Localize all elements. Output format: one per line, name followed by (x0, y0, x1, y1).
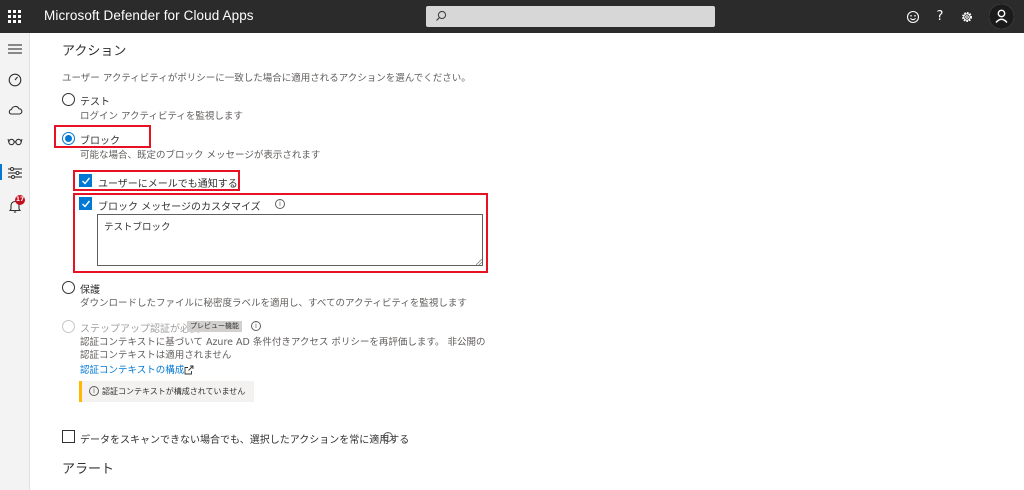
info-icon[interactable]: i (251, 321, 261, 331)
option-test-description: ログイン アクティビティを監視します (80, 111, 243, 122)
search-box[interactable] (426, 6, 715, 27)
nav-alerts[interactable]: 17 (0, 195, 30, 215)
notify-user-checkbox[interactable] (79, 174, 92, 187)
policies-icon (8, 167, 22, 179)
avatar-icon (989, 4, 1014, 29)
hamburger-icon (8, 44, 22, 54)
info-icon: i (89, 386, 99, 396)
cloud-icon (8, 105, 23, 115)
help-icon[interactable]: ? (932, 9, 948, 25)
option-stepup-description-2: 認証コンテキストは適用されません (80, 350, 232, 361)
option-stepup-label: ステップアップ認証が必要 (80, 324, 200, 335)
always-apply-checkbox[interactable] (62, 430, 75, 443)
external-link-icon[interactable] (184, 365, 194, 375)
option-test-label: テスト (80, 97, 110, 108)
info-icon[interactable]: i (383, 432, 393, 442)
avatar[interactable] (989, 4, 1014, 29)
nav-policies[interactable] (0, 162, 30, 182)
check-icon (82, 200, 91, 208)
actions-heading: アクション (62, 44, 127, 59)
radio-stepup-auth[interactable] (62, 320, 75, 333)
actions-description: ユーザー アクティビティがポリシーに一致した場合に適用されるアクションを選んでく… (62, 73, 471, 84)
waffle-icon[interactable] (8, 10, 21, 23)
settings-icon[interactable] (959, 9, 975, 25)
alert-count-badge: 17 (15, 195, 25, 205)
active-indicator (0, 164, 2, 180)
auth-context-notice: i 認証コンテキストが構成されていません (79, 381, 254, 402)
smiley-icon[interactable] (905, 9, 921, 25)
preview-badge: プレビュー機能 (187, 321, 242, 332)
option-block-description: 可能な場合、既定のブロック メッセージが表示されます (80, 150, 321, 161)
nav-dashboard[interactable] (0, 69, 30, 89)
radio-block[interactable] (62, 132, 75, 145)
nav-cloud[interactable] (0, 99, 30, 119)
option-protect-description: ダウンロードしたファイルに秘密度ラベルを適用し、すべてのアクティビティを監視しま… (80, 298, 467, 309)
glasses-icon (7, 138, 23, 146)
hamburger-button[interactable] (0, 39, 30, 59)
option-block-label: ブロック (80, 136, 120, 147)
dashboard-icon (8, 73, 22, 87)
info-icon[interactable]: i (275, 199, 285, 209)
always-apply-label: データをスキャンできない場合でも、選択したアクションを常に適用する (80, 435, 410, 446)
notify-user-label: ユーザーにメールでも通知する (98, 179, 238, 190)
nav-discovery[interactable] (0, 130, 30, 150)
radio-test[interactable] (62, 93, 75, 106)
top-bar: Microsoft Defender for Cloud Apps ? (0, 0, 1024, 33)
alerts-heading: アラート (62, 462, 115, 477)
custom-message-checkbox[interactable] (79, 197, 92, 210)
custom-message-label: ブロック メッセージのカスタマイズ (98, 202, 261, 213)
app-title[interactable]: Microsoft Defender for Cloud Apps (44, 8, 254, 23)
resize-grip-icon[interactable] (476, 259, 482, 265)
option-stepup-description-1: 認証コンテキストに基づいて Azure AD 条件付きアクセス ポリシーを再評価… (80, 337, 486, 348)
radio-protect[interactable] (62, 281, 75, 294)
auth-context-notice-text: 認証コンテキストが構成されていません (102, 387, 246, 396)
option-protect-label: 保護 (80, 285, 100, 296)
auth-context-link[interactable]: 認証コンテキストの構成 (80, 362, 184, 376)
search-input[interactable] (454, 8, 704, 25)
custom-message-textarea[interactable]: テストブロック (97, 214, 483, 266)
check-icon (82, 177, 91, 185)
left-nav: 17 (0, 33, 30, 490)
search-icon (436, 10, 447, 21)
